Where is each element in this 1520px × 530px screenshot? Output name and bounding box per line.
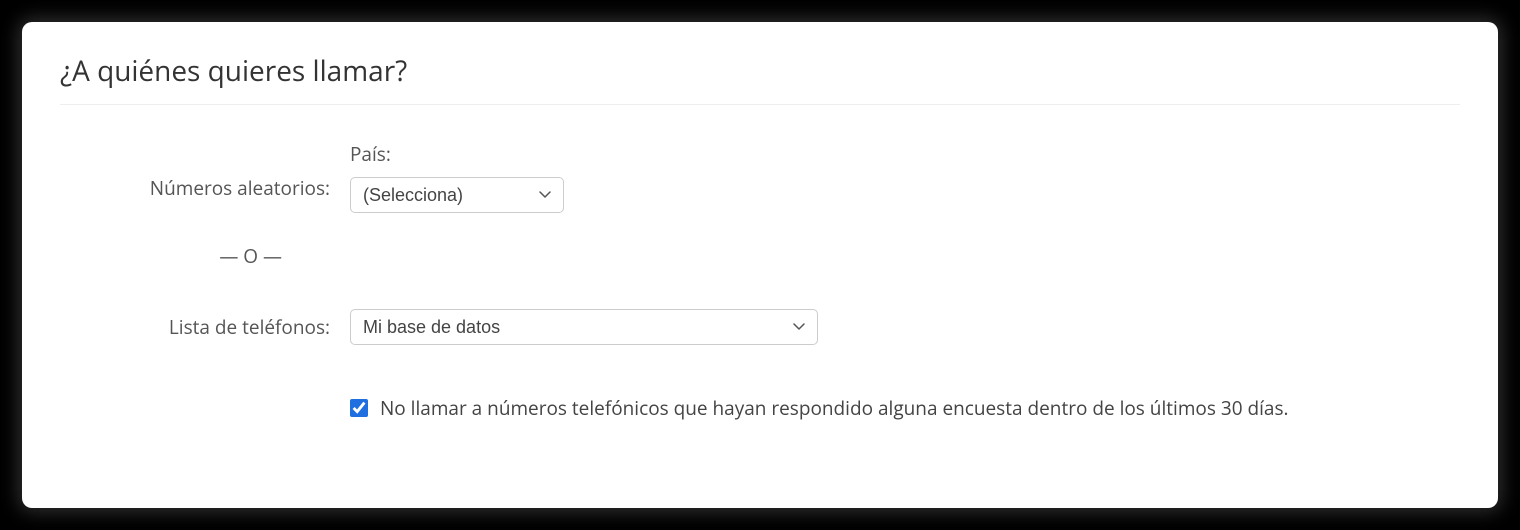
do-not-call-row: No llamar a números telefónicos que haya… [60, 395, 1460, 422]
phone-list-field: Mi base de datos [350, 309, 1460, 345]
or-separator-row: — O — [60, 243, 1460, 269]
country-field: País: (Selecciona) [350, 141, 1460, 213]
phone-list-label: Lista de teléfonos: [60, 314, 350, 340]
country-select[interactable]: (Selecciona) [350, 177, 564, 213]
call-targets-panel: ¿A quiénes quieres llamar? Números aleat… [22, 22, 1498, 508]
do-not-call-label[interactable]: No llamar a números telefónicos que haya… [380, 395, 1289, 422]
phone-list-row: Lista de teléfonos: Mi base de datos [60, 309, 1460, 345]
or-separator: — O — [60, 243, 350, 269]
do-not-call-checkbox[interactable] [350, 399, 368, 417]
random-numbers-label: Números aleatorios: [60, 141, 350, 201]
random-numbers-row: Números aleatorios: País: (Selecciona) [60, 141, 1460, 213]
phone-list-select[interactable]: Mi base de datos [350, 309, 818, 345]
page-title: ¿A quiénes quieres llamar? [60, 52, 1460, 105]
country-label: País: [350, 141, 1460, 167]
